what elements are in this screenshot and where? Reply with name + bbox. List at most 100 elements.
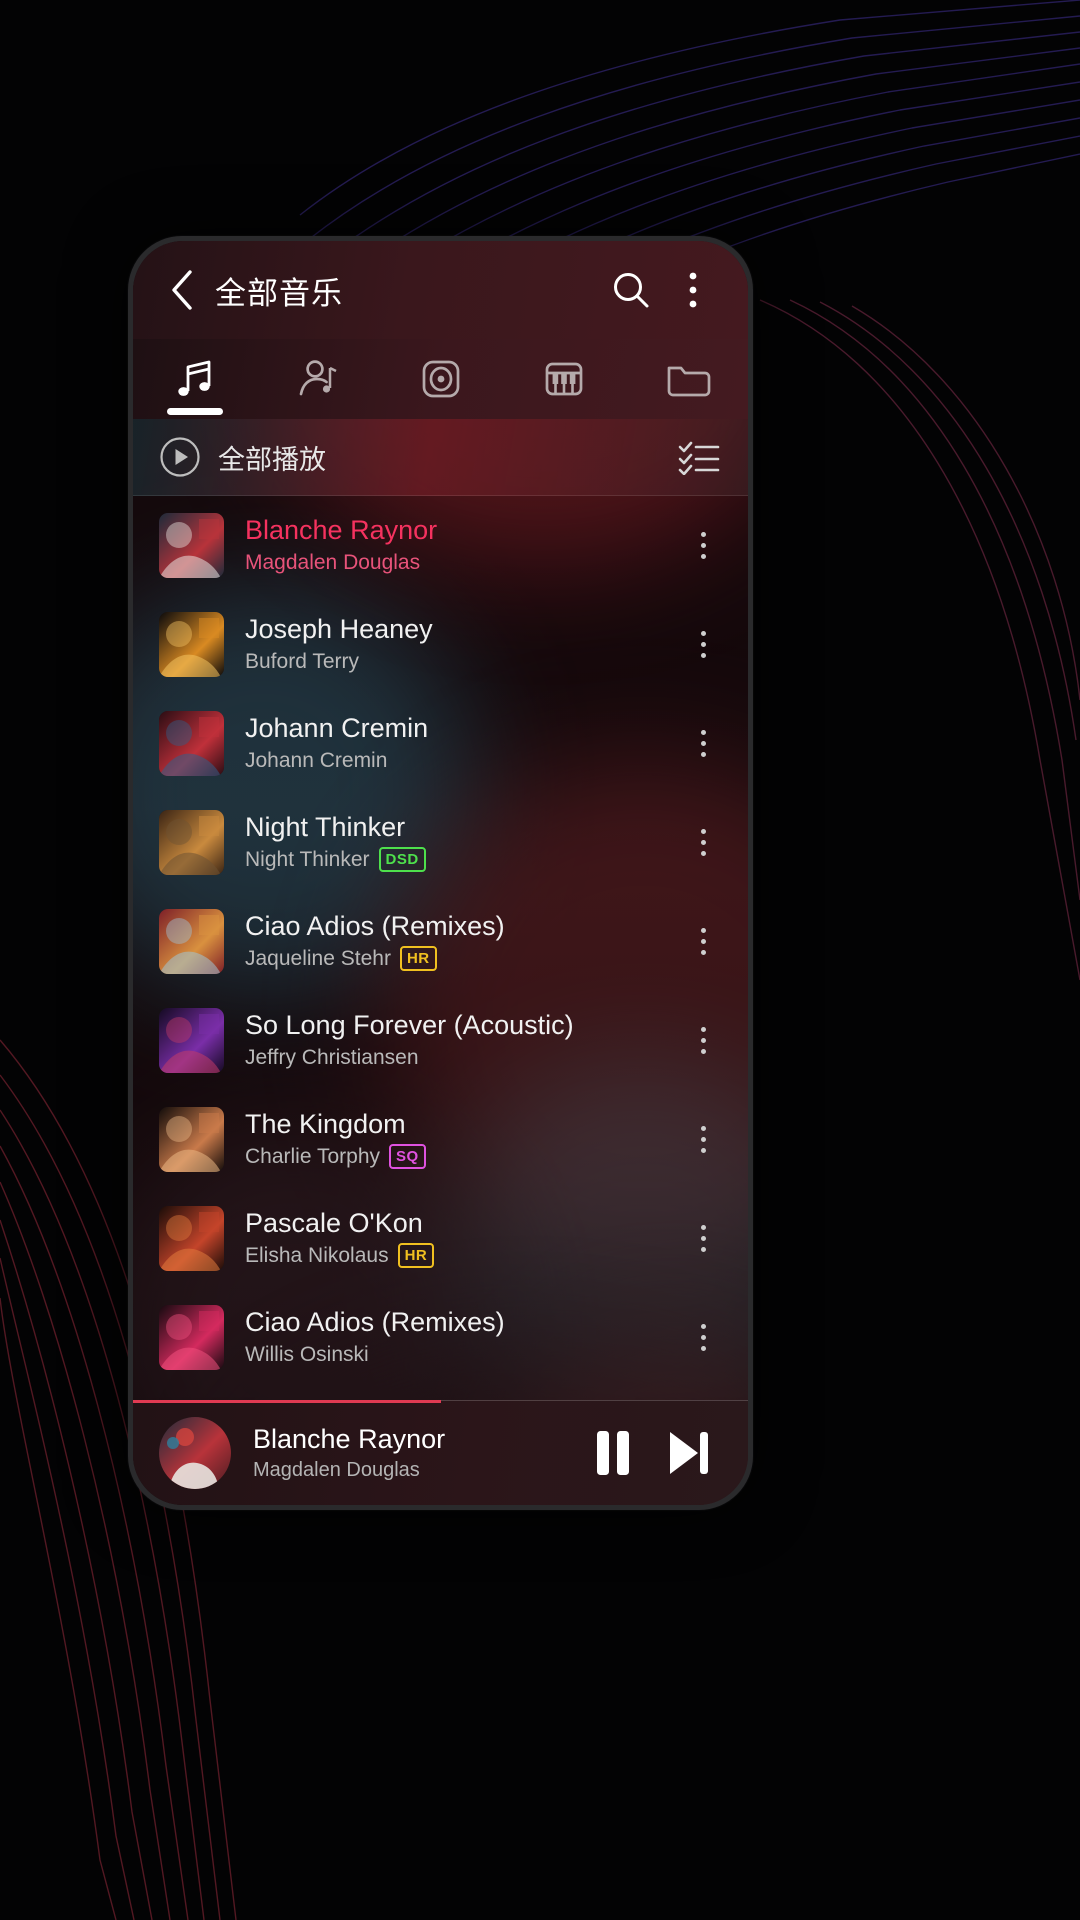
song-title: Blanche Raynor <box>245 514 438 545</box>
music-note-icon <box>177 360 210 396</box>
song-subtitle: Magdalen Douglas <box>245 550 680 576</box>
more-vertical-icon <box>700 730 706 735</box>
tab-songs[interactable] <box>133 339 256 419</box>
song-overflow-button[interactable] <box>680 911 726 973</box>
song-subtitle: Willis Osinski <box>245 1342 680 1368</box>
more-vertical-icon <box>700 543 706 548</box>
song-subtitle: Night Thinker DSD <box>245 847 680 873</box>
more-vertical-icon <box>700 939 706 944</box>
folder-icon <box>667 366 710 397</box>
song-row[interactable]: So Long Forever (Acoustic) Jeffry Christi… <box>133 991 748 1090</box>
quality-badge: HR <box>397 1243 435 1269</box>
song-meta: The Kingdom Charlie Torphy SQ <box>245 1109 680 1170</box>
song-title: Ciao Adios (Remixes) <box>245 1306 505 1337</box>
song-overflow-button[interactable] <box>680 812 726 874</box>
song-artist: Buford Terry <box>245 649 359 673</box>
song-title: Pascale O'Kon <box>245 1207 423 1238</box>
song-row[interactable]: Ciao Adios (Remixes) Jaqueline Stehr HR <box>133 892 748 991</box>
more-vertical-icon <box>700 642 706 647</box>
more-vertical-icon <box>700 1247 706 1252</box>
song-row[interactable]: Pascale O'Kon Elisha Nikolaus HR <box>133 1189 748 1288</box>
more-vertical-icon <box>700 1038 706 1043</box>
song-meta: Ciao Adios (Remixes) Willis Osinski <box>245 1307 680 1368</box>
multi-select-icon[interactable] <box>678 439 720 475</box>
tab-folders[interactable] <box>625 339 748 419</box>
pause-button[interactable] <box>582 1422 644 1484</box>
song-subtitle: Jeffry Christiansen <box>245 1045 680 1071</box>
tab-albums[interactable] <box>379 339 502 419</box>
more-vertical-icon <box>700 752 706 757</box>
overflow-menu-button[interactable] <box>666 263 720 317</box>
page-root: 全部音乐 全部播放 Blanche Raynor Magdalen Dougla… <box>0 0 1080 1920</box>
song-row[interactable]: Ciao Adios (Remixes) Willis Osinski <box>133 1288 748 1387</box>
song-overflow-button[interactable] <box>680 713 726 775</box>
quality-badge: HR <box>399 946 437 972</box>
artwork-image <box>159 1008 224 1073</box>
quality-badge: DSD <box>378 847 426 873</box>
song-meta: Night Thinker Night Thinker DSD <box>245 812 680 873</box>
play-all-row[interactable]: 全部播放 <box>133 419 748 496</box>
more-vertical-icon <box>689 272 697 308</box>
song-meta: Joseph Heaney Buford Terry <box>245 614 680 675</box>
player-progress-fill[interactable] <box>133 1400 441 1403</box>
song-title: The Kingdom <box>245 1108 406 1139</box>
back-button[interactable] <box>159 267 205 313</box>
tab-artists[interactable] <box>256 339 379 419</box>
song-row[interactable]: Johann Cremin Johann Cremin <box>133 694 748 793</box>
artwork-image <box>159 1107 224 1172</box>
song-subtitle: Elisha Nikolaus HR <box>245 1243 680 1269</box>
search-button[interactable] <box>604 263 658 317</box>
song-list[interactable]: Blanche Raynor Magdalen Douglas Joseph Hea… <box>133 496 748 1400</box>
song-title: So Long Forever (Acoustic) <box>245 1009 574 1040</box>
song-row[interactable]: Night Thinker Night Thinker DSD <box>133 793 748 892</box>
tab-active-indicator <box>166 408 223 415</box>
song-meta: Pascale O'Kon Elisha Nikolaus HR <box>245 1208 680 1269</box>
song-artist: Magdalen Douglas <box>245 550 421 574</box>
song-artist: Night Thinker <box>245 847 370 871</box>
artwork-image <box>159 711 224 776</box>
song-subtitle: Charlie Torphy SQ <box>245 1144 680 1170</box>
now-playing-artwork[interactable] <box>159 1416 231 1489</box>
more-vertical-icon <box>700 1148 706 1153</box>
more-vertical-icon <box>700 1126 706 1131</box>
song-artwork <box>159 810 224 875</box>
next-track-button[interactable] <box>658 1422 720 1484</box>
song-artwork <box>159 1107 224 1172</box>
song-row[interactable]: Joseph Heaney Buford Terry <box>133 595 748 694</box>
search-icon <box>614 273 649 308</box>
song-title: Ciao Adios (Remixes) <box>245 910 505 941</box>
mini-player: Blanche Raynor Magdalen Douglas <box>133 1400 748 1505</box>
more-vertical-icon <box>700 1027 706 1032</box>
tab-genres[interactable] <box>502 339 625 419</box>
song-artwork <box>159 1305 224 1370</box>
song-artist: Johann Cremin <box>245 748 388 772</box>
category-tab-bar <box>133 339 748 419</box>
song-artwork <box>159 711 224 776</box>
pause-icon <box>597 1430 629 1475</box>
play-all-label: 全部播放 <box>218 444 326 475</box>
chevron-left-icon <box>172 270 192 310</box>
album-disc-icon <box>422 360 459 398</box>
song-overflow-button[interactable] <box>680 515 726 577</box>
artwork-image <box>159 513 224 578</box>
song-artist: Charlie Torphy <box>245 1144 381 1168</box>
song-artwork <box>159 513 224 578</box>
song-artwork <box>159 1008 224 1073</box>
more-vertical-icon <box>700 741 706 746</box>
more-vertical-icon <box>700 840 706 845</box>
song-overflow-button[interactable] <box>680 1109 726 1171</box>
song-row[interactable]: The Kingdom Charlie Torphy SQ <box>133 1090 748 1189</box>
more-vertical-icon <box>700 1049 706 1054</box>
song-row[interactable]: Blanche Raynor Magdalen Douglas <box>133 496 748 595</box>
song-overflow-button[interactable] <box>680 1208 726 1270</box>
play-circle-icon <box>160 437 200 477</box>
more-vertical-icon <box>700 1335 706 1340</box>
song-overflow-button[interactable] <box>680 614 726 676</box>
song-overflow-button[interactable] <box>680 1307 726 1369</box>
song-artist: Elisha Nikolaus <box>245 1243 389 1267</box>
song-overflow-button[interactable] <box>680 1010 726 1072</box>
song-meta: So Long Forever (Acoustic) Jeffry Christi… <box>245 1010 680 1071</box>
more-vertical-icon <box>700 829 706 834</box>
song-artist: Willis Osinski <box>245 1342 369 1366</box>
artwork-image <box>159 810 224 875</box>
